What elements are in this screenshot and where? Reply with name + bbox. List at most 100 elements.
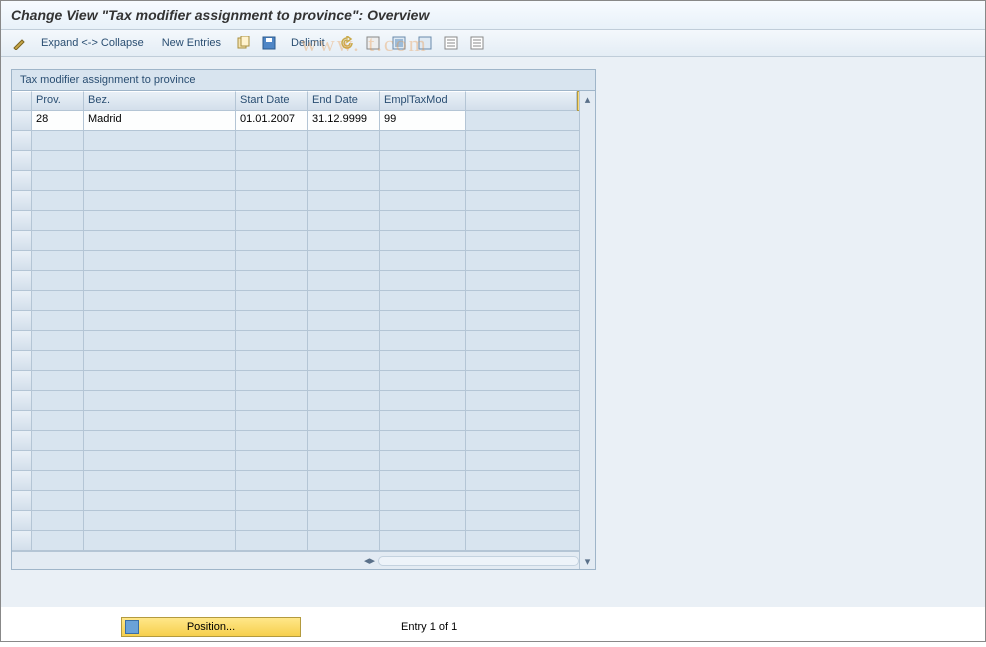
cell-start[interactable]	[236, 491, 308, 511]
cell-bez[interactable]	[84, 491, 236, 511]
cell-mod[interactable]	[380, 351, 466, 371]
table-row[interactable]	[12, 131, 595, 151]
scroll-down-icon[interactable]: ▾	[580, 553, 595, 569]
row-selector[interactable]	[12, 271, 32, 291]
cell-prov[interactable]: 28	[32, 111, 84, 131]
cell-mod[interactable]	[380, 251, 466, 271]
scroll-track[interactable]	[378, 556, 579, 566]
cell-end[interactable]	[308, 511, 380, 531]
cell-start[interactable]	[236, 291, 308, 311]
cell-start[interactable]	[236, 511, 308, 531]
cell-start[interactable]	[236, 151, 308, 171]
table-row[interactable]	[12, 231, 595, 251]
row-selector[interactable]	[12, 371, 32, 391]
cell-end[interactable]	[308, 211, 380, 231]
col-mod-header[interactable]: EmplTaxMod	[380, 91, 466, 111]
cell-start[interactable]	[236, 231, 308, 251]
row-selector[interactable]	[12, 451, 32, 471]
cell-prov[interactable]	[32, 311, 84, 331]
cell-bez[interactable]	[84, 451, 236, 471]
table-row[interactable]	[12, 191, 595, 211]
cell-mod[interactable]	[380, 331, 466, 351]
row-selector[interactable]	[12, 391, 32, 411]
cell-bez[interactable]	[84, 151, 236, 171]
scroll-up-icon[interactable]: ▴	[580, 91, 595, 107]
position-button[interactable]: Position...	[121, 617, 301, 637]
cell-prov[interactable]	[32, 291, 84, 311]
cell-start[interactable]	[236, 471, 308, 491]
cell-prov[interactable]	[32, 191, 84, 211]
cell-end[interactable]	[308, 191, 380, 211]
row-selector[interactable]	[12, 151, 32, 171]
deselect-all-icon[interactable]	[415, 34, 435, 52]
cell-start[interactable]	[236, 411, 308, 431]
cell-end[interactable]	[308, 171, 380, 191]
row-selector[interactable]	[12, 531, 32, 551]
cell-end[interactable]	[308, 331, 380, 351]
cell-mod[interactable]	[380, 211, 466, 231]
cell-prov[interactable]	[32, 271, 84, 291]
row-selector[interactable]	[12, 171, 32, 191]
cell-prov[interactable]	[32, 231, 84, 251]
table-row[interactable]: 28Madrid01.01.200731.12.999999	[12, 111, 595, 131]
cell-start[interactable]	[236, 431, 308, 451]
table-row[interactable]	[12, 171, 595, 191]
list2-icon[interactable]	[467, 34, 487, 52]
cell-mod[interactable]	[380, 531, 466, 551]
cell-mod[interactable]	[380, 131, 466, 151]
cell-bez[interactable]	[84, 131, 236, 151]
cell-bez[interactable]	[84, 371, 236, 391]
cell-start[interactable]	[236, 371, 308, 391]
scroll-left-icon[interactable]: ▸	[370, 554, 376, 567]
save-icon[interactable]	[259, 34, 279, 52]
row-selector[interactable]	[12, 491, 32, 511]
cell-mod[interactable]	[380, 191, 466, 211]
table-row[interactable]	[12, 311, 595, 331]
row-selector[interactable]	[12, 211, 32, 231]
cell-mod[interactable]	[380, 151, 466, 171]
cell-prov[interactable]	[32, 251, 84, 271]
cell-prov[interactable]	[32, 211, 84, 231]
cell-end[interactable]	[308, 471, 380, 491]
cell-start[interactable]	[236, 251, 308, 271]
cell-bez[interactable]: Madrid	[84, 111, 236, 131]
cell-end[interactable]	[308, 351, 380, 371]
cell-bez[interactable]	[84, 251, 236, 271]
cell-bez[interactable]	[84, 211, 236, 231]
cell-prov[interactable]	[32, 151, 84, 171]
col-end-header[interactable]: End Date	[308, 91, 380, 111]
cell-bez[interactable]	[84, 291, 236, 311]
cell-mod[interactable]	[380, 231, 466, 251]
delimit-button[interactable]: Delimit	[285, 35, 331, 51]
cell-start[interactable]	[236, 211, 308, 231]
cell-bez[interactable]	[84, 351, 236, 371]
cell-mod[interactable]	[380, 491, 466, 511]
copy-icon[interactable]	[233, 34, 253, 52]
cell-mod[interactable]	[380, 311, 466, 331]
cell-mod[interactable]: 99	[380, 111, 466, 131]
vertical-scrollbar[interactable]: ▴ ▾	[579, 91, 595, 569]
cell-end[interactable]	[308, 291, 380, 311]
cell-end[interactable]	[308, 431, 380, 451]
cell-bez[interactable]	[84, 331, 236, 351]
table-row[interactable]	[12, 471, 595, 491]
col-bez-header[interactable]: Bez.	[84, 91, 236, 111]
cell-prov[interactable]	[32, 511, 84, 531]
cell-end[interactable]	[308, 231, 380, 251]
cell-mod[interactable]	[380, 291, 466, 311]
table-row[interactable]	[12, 531, 595, 551]
row-selector[interactable]	[12, 511, 32, 531]
cell-start[interactable]	[236, 391, 308, 411]
cell-prov[interactable]	[32, 331, 84, 351]
table-row[interactable]	[12, 451, 595, 471]
row-selector[interactable]	[12, 291, 32, 311]
cell-mod[interactable]	[380, 511, 466, 531]
cell-prov[interactable]	[32, 131, 84, 151]
cell-mod[interactable]	[380, 411, 466, 431]
expand-collapse-button[interactable]: Expand <-> Collapse	[35, 35, 150, 51]
cell-prov[interactable]	[32, 451, 84, 471]
cell-prov[interactable]	[32, 471, 84, 491]
horizontal-scrollbar[interactable]: ◂ ▸ ◂ ▸	[12, 551, 595, 569]
cell-prov[interactable]	[32, 171, 84, 191]
table-row[interactable]	[12, 331, 595, 351]
